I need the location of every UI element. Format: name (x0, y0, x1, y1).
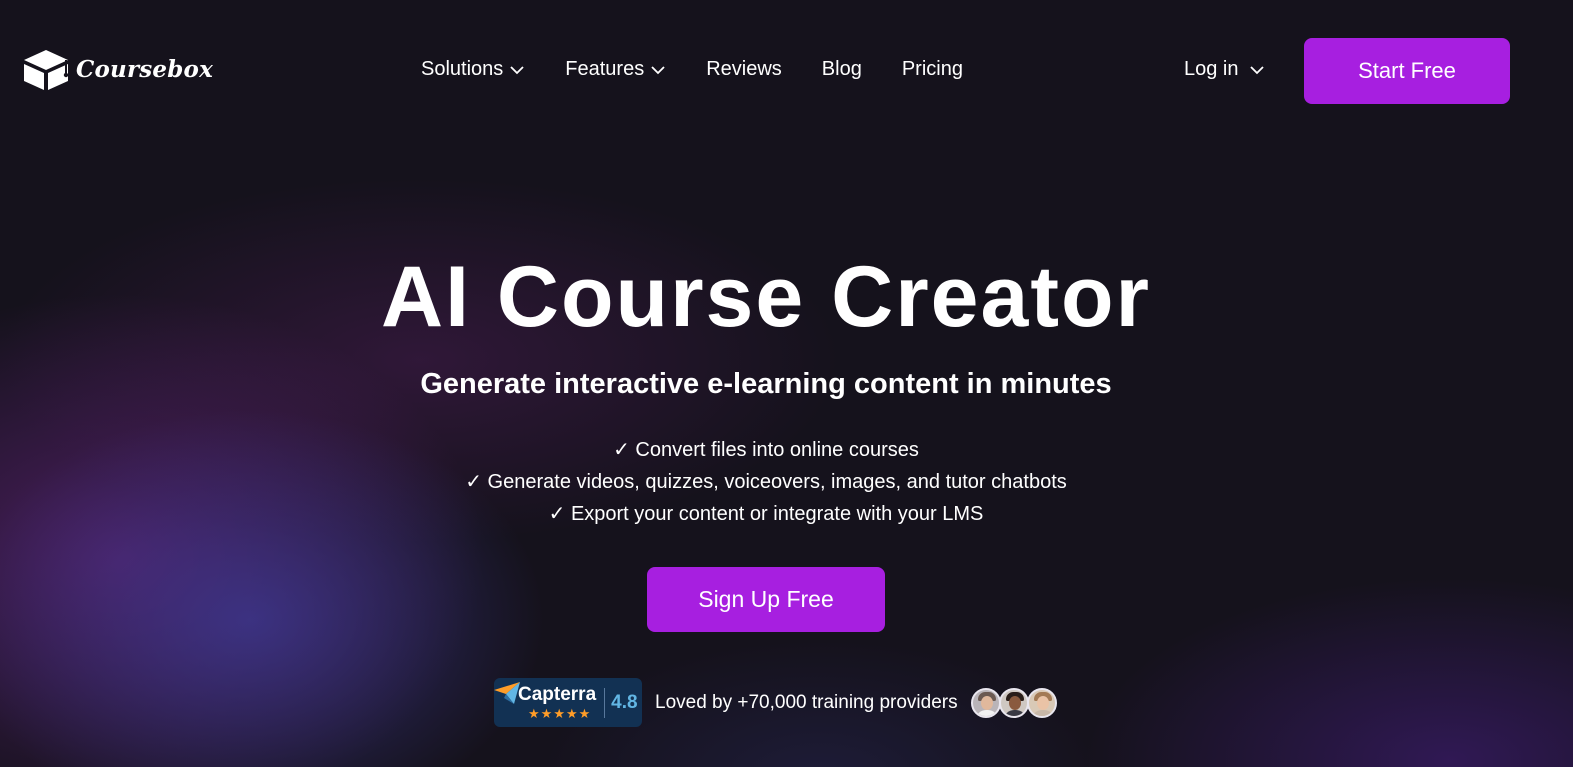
star-icon: ★ (553, 705, 565, 721)
login-label: Log in (1184, 58, 1239, 80)
chevron-down-icon (651, 65, 665, 74)
feature-list: ✓ Convert files into online courses ✓ Ge… (0, 434, 1532, 530)
graduation-box-icon (24, 50, 69, 90)
nav-item-blog[interactable]: Blog (822, 58, 862, 81)
main-menu: Solutions Features Reviews Blog Pricing (421, 58, 963, 81)
capterra-divider (604, 687, 606, 718)
capterra-arrow-icon (494, 682, 520, 704)
nav-item-features[interactable]: Features (565, 58, 666, 81)
nav-item-label: Features (565, 58, 645, 80)
nav-item-label: Pricing (901, 58, 963, 80)
hero-title: AI Course Creator (381, 249, 1151, 345)
capterra-badge[interactable]: Capterra ★ ★ ★ ★ ★ 4.8 (494, 678, 642, 727)
chevron-down-icon (1249, 65, 1264, 74)
feature-item: ✓ Convert files into online courses (613, 439, 919, 461)
nav-item-pricing[interactable]: Pricing (902, 58, 963, 81)
sign-up-free-button[interactable]: Sign Up Free (647, 567, 885, 632)
feature-item: ✓ Generate videos, quizzes, voiceovers, … (465, 471, 1067, 493)
avatar-group (970, 687, 1057, 718)
brand-logo[interactable]: Coursebox (22, 46, 213, 92)
hero-subtitle: Generate interactive e-learning content … (420, 368, 1112, 400)
nav-item-reviews[interactable]: Reviews (706, 58, 782, 81)
feature-item: ✓ Export your content or integrate with … (548, 503, 984, 525)
social-proof: Capterra ★ ★ ★ ★ ★ 4.8 Loved by +70,000 … (494, 678, 1057, 727)
top-navigation: Coursebox Solutions Features Reviews Blo… (0, 0, 1573, 140)
star-icon: ★ (565, 705, 578, 721)
capterra-score: 4.8 (611, 691, 638, 713)
star-icon: ★ (528, 705, 540, 721)
brand-name: Coursebox (76, 55, 214, 83)
star-icon: ★ (578, 705, 591, 721)
capterra-stars: ★ ★ ★ ★ ★ (528, 705, 591, 721)
nav-item-label: Blog (821, 58, 862, 80)
nav-item-label: Reviews (706, 58, 782, 80)
social-proof-text: Loved by +70,000 training providers (655, 691, 958, 713)
star-icon: ★ (540, 705, 553, 721)
capterra-brand: Capterra ★ ★ ★ ★ ★ (518, 683, 597, 721)
nav-item-solutions[interactable]: Solutions (421, 58, 525, 81)
start-free-button[interactable]: Start Free (1304, 38, 1510, 104)
chevron-down-icon (510, 65, 524, 74)
avatar (998, 687, 1029, 718)
nav-item-label: Solutions (421, 58, 504, 80)
avatar (1026, 687, 1057, 718)
capterra-name: Capterra (518, 683, 597, 705)
avatar (970, 687, 1001, 718)
login-dropdown[interactable]: Log in (1184, 58, 1265, 81)
